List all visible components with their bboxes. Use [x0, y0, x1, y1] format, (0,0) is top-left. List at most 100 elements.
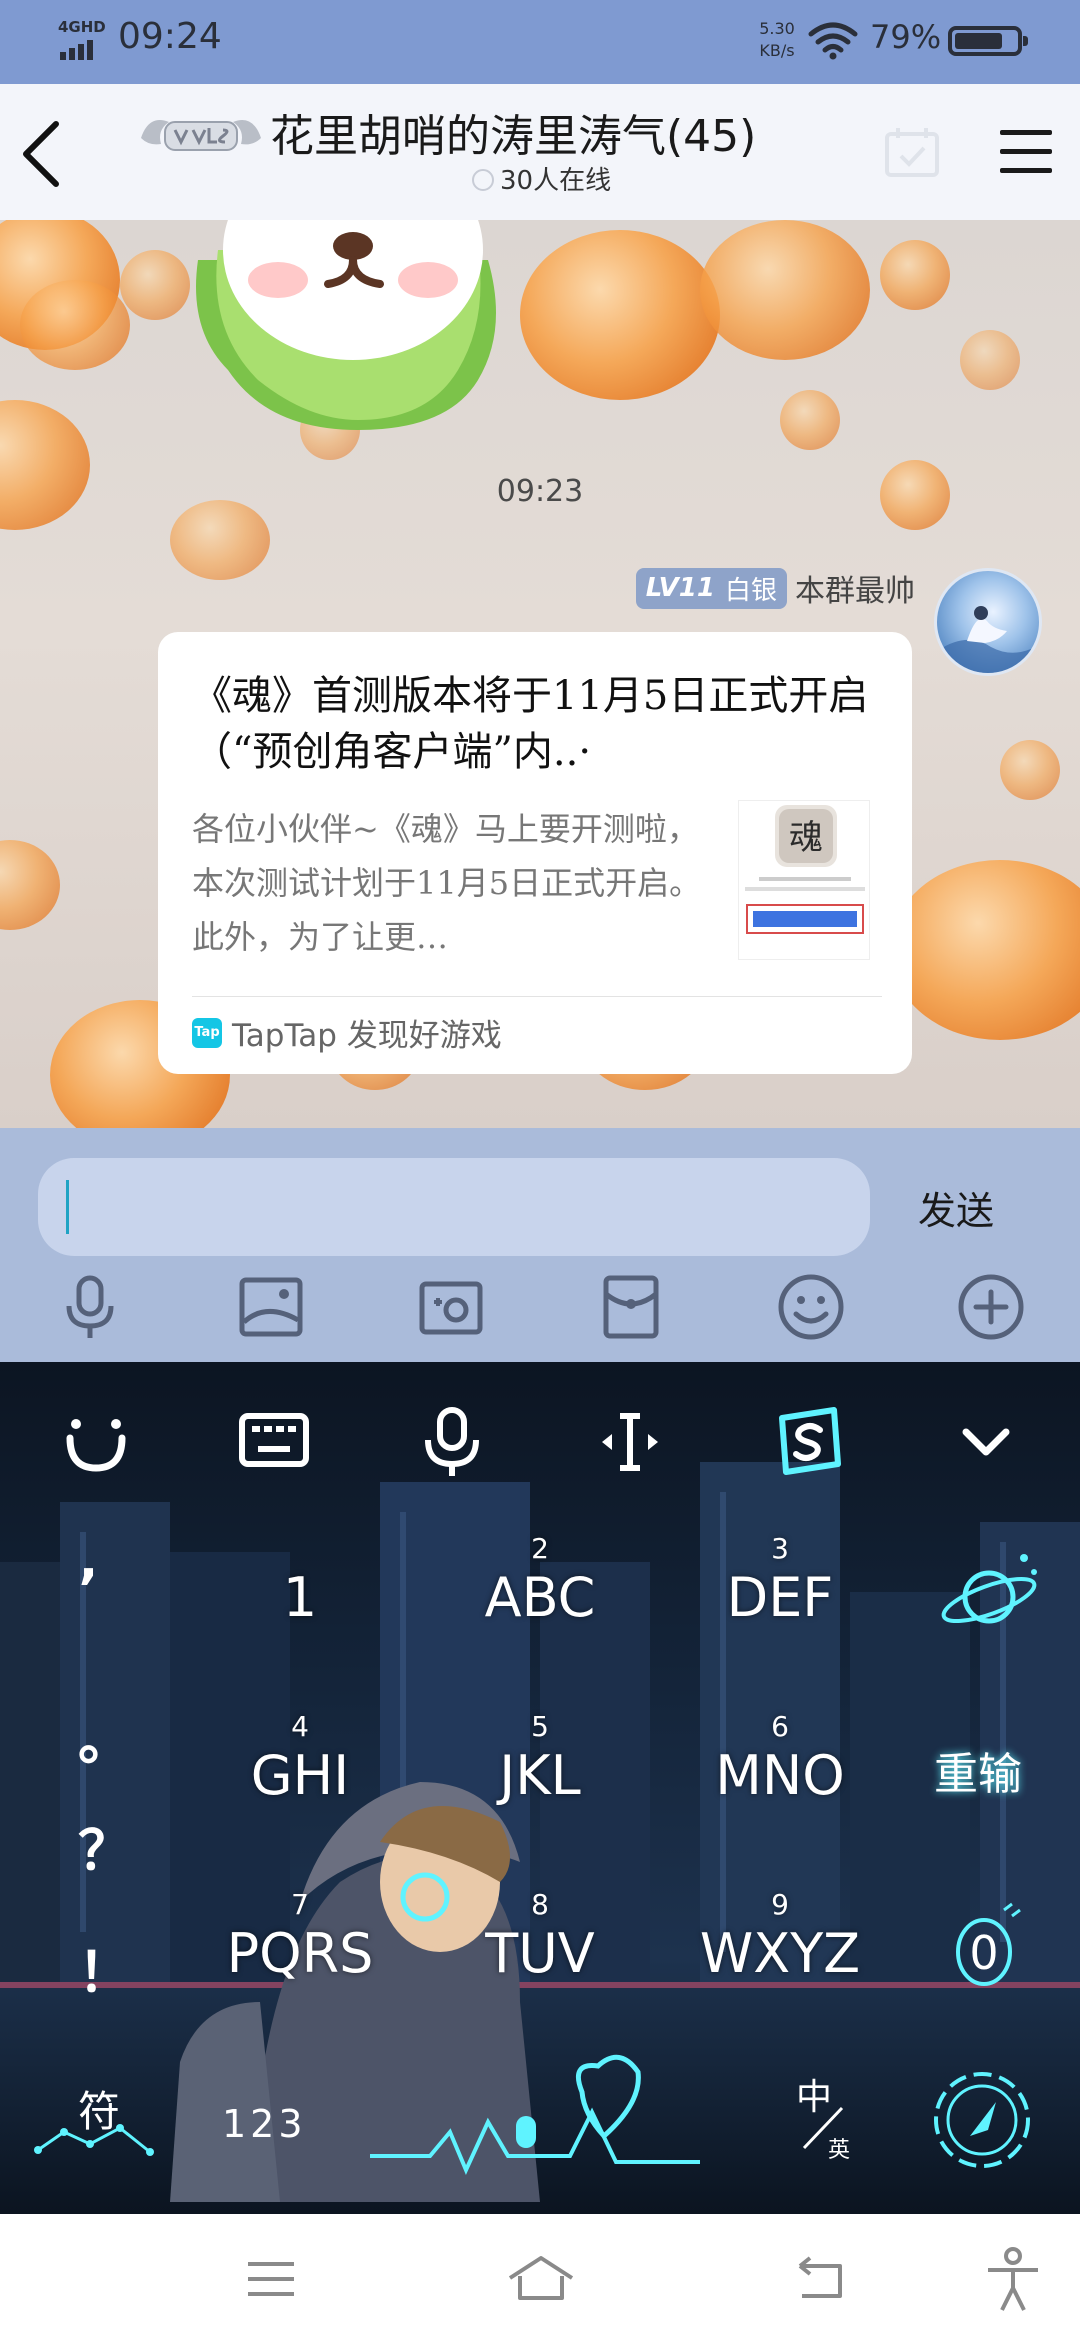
numeric-key[interactable]: 123 — [222, 2102, 307, 2146]
microphone-icon[interactable] — [412, 1402, 492, 1482]
message-timestamp: 09:23 — [496, 474, 584, 509]
online-count: 30人在线 — [472, 160, 611, 197]
keyboard: ’ 。 ？ ！ 1 2 ABC 3 DEF 4 GHI 5 JKL 6 MNO … — [0, 1362, 1080, 2214]
battery-fill — [955, 33, 1002, 49]
lang-en-label: 英 — [828, 2138, 851, 2163]
level-label: LV11 — [645, 573, 715, 603]
back-nav-icon[interactable] — [786, 2244, 856, 2314]
thumb-badge: 魂 — [789, 818, 823, 858]
card-description: 各位小伙伴~《魂》马上要开测啦，本次测试计划于11月5日正式开启。此外，为了让更… — [192, 810, 702, 956]
reinput-key[interactable]: 重输 — [934, 1738, 1022, 1802]
punct-key-period[interactable]: 。 — [78, 1696, 132, 1775]
key-letters: GHI — [250, 1744, 350, 1807]
key-letters: ABC — [484, 1566, 596, 1629]
emoji-icon[interactable] — [776, 1272, 846, 1342]
card-source: Tap TapTap 发现好游戏 — [192, 1010, 502, 1055]
key-number: 7 — [291, 1888, 309, 1921]
menu-nav-icon[interactable] — [236, 2244, 306, 2314]
card-title: 《魂》首测版本将于11月5日正式开启（“预创角客户端”内..· — [192, 673, 869, 775]
key-6[interactable]: 6 MNO — [680, 1710, 880, 1807]
image-icon[interactable] — [236, 1272, 306, 1342]
online-count-label: 30人在线 — [500, 166, 612, 196]
accessibility-icon[interactable] — [978, 2244, 1048, 2314]
key-number: 8 — [531, 1888, 549, 1921]
key-number: 5 — [531, 1710, 549, 1743]
chat-header: 花里胡哨的涛里涛气(45) 30人在线 — [0, 84, 1080, 220]
add-icon[interactable] — [956, 1272, 1026, 1342]
smiley-rotate-icon[interactable] — [56, 1402, 136, 1482]
online-status-icon — [472, 169, 494, 191]
status-time: 09:24 — [118, 16, 222, 57]
key-number: 2 — [531, 1532, 549, 1565]
planet-icon[interactable] — [934, 1542, 1044, 1652]
rank-label: 白银 — [724, 575, 777, 606]
shared-link-card[interactable]: 《魂》首测版本将于11月5日正式开启（“预创角客户端”内..· 各位小伙伴~《魂… — [158, 632, 912, 1074]
symbol-key[interactable]: 符 — [30, 2072, 160, 2182]
message-input[interactable] — [38, 1158, 870, 1256]
group-title: 花里胡哨的涛里涛气(45) — [270, 111, 757, 162]
key-8[interactable]: 8 TUV — [440, 1888, 640, 1985]
voice-message-icon[interactable] — [55, 1272, 125, 1342]
space-key[interactable] — [370, 2052, 700, 2182]
text-cursor — [66, 1180, 69, 1234]
card-divider — [192, 996, 882, 997]
key-3[interactable]: 3 DEF — [680, 1532, 880, 1629]
speed-unit: KB/s — [759, 41, 795, 60]
symbol-label: 符 — [78, 2087, 121, 2136]
key-7[interactable]: 7 PQRS — [200, 1888, 400, 1985]
sender-info: LV11 白银 本群最帅 — [635, 567, 915, 609]
compass-enter-icon[interactable] — [926, 2058, 1038, 2178]
key-9[interactable]: 9 WXYZ — [680, 1888, 880, 1985]
key-letters: WXYZ — [699, 1922, 861, 1985]
key-1[interactable]: 1 — [200, 1532, 400, 1629]
key-number: 3 — [771, 1532, 789, 1565]
key-number: 9 — [771, 1888, 789, 1921]
red-packet-icon[interactable] — [596, 1272, 666, 1342]
bear-sticker[interactable] — [188, 220, 628, 440]
key-4[interactable]: 4 GHI — [200, 1710, 400, 1807]
battery-percent: 79% — [870, 18, 942, 56]
language-switch-key[interactable]: 中 英 — [790, 2068, 870, 2168]
zero-label: 0 — [969, 1926, 999, 1980]
key-number: 4 — [291, 1710, 309, 1743]
navigation-bar — [0, 2214, 1080, 2340]
level-badge: LV11 白银 — [635, 567, 787, 609]
chevron-down-icon[interactable] — [946, 1402, 1026, 1482]
punct-key-question[interactable]: ？ — [78, 1806, 132, 1885]
camera-icon[interactable] — [416, 1272, 486, 1342]
chat-area[interactable]: 09:23 LV11 白银 本群最帅 《魂》首测版本将于11月5日正式开启（“预… — [0, 220, 1080, 1128]
key-letters: PQRS — [226, 1922, 374, 1985]
battery-icon — [948, 26, 1028, 56]
key-2[interactable]: 2 ABC — [440, 1532, 640, 1629]
sender-name: 本群最帅 — [795, 574, 915, 609]
status-bar: 4GHD 09:24 5.30 KB/s 79% — [0, 0, 1080, 84]
card-thumbnail: 魂 — [738, 800, 870, 960]
card-source-label: TapTap 发现好游戏 — [232, 1018, 502, 1054]
input-area: 发送 — [0, 1128, 1080, 1362]
calendar-check-icon[interactable] — [884, 126, 940, 178]
key-letters: JKL — [499, 1744, 581, 1807]
cellular-signal-icon: 4GHD — [58, 18, 106, 62]
back-icon[interactable] — [12, 114, 72, 194]
taptap-logo-icon: Tap — [192, 1017, 222, 1048]
key-5[interactable]: 5 JKL — [440, 1710, 640, 1807]
punct-key-exclaim[interactable]: ！ — [78, 1928, 132, 2007]
key-letters: 1 — [282, 1566, 318, 1629]
wifi-icon — [808, 22, 858, 60]
home-icon[interactable] — [506, 2244, 576, 2314]
key-letters: DEF — [726, 1566, 834, 1629]
skin-s-icon[interactable] — [768, 1402, 848, 1482]
cursor-move-icon[interactable] — [590, 1402, 670, 1482]
key-letters: TUV — [485, 1922, 595, 1985]
send-button[interactable]: 发送 — [918, 1180, 994, 1235]
avatar[interactable] — [934, 568, 1042, 676]
key-number — [200, 1532, 400, 1566]
menu-icon[interactable] — [1000, 130, 1052, 174]
network-type: 4GHD — [58, 18, 106, 36]
keyboard-icon[interactable] — [234, 1402, 314, 1482]
speed-value: 5.30 — [759, 19, 795, 38]
key-letters: MNO — [715, 1744, 845, 1807]
zero-key[interactable]: 0 — [944, 1902, 1024, 1992]
punct-key-comma[interactable]: ’ — [78, 1558, 99, 1621]
network-speed: 5.30 KB/s — [752, 18, 802, 62]
